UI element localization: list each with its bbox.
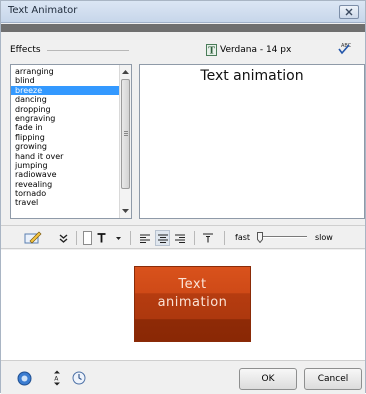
scroll-grip — [124, 131, 128, 132]
text-style-button[interactable] — [95, 230, 107, 246]
effect-item[interactable]: dropping — [11, 105, 119, 114]
effect-item[interactable]: growing — [11, 142, 119, 151]
title-bar: Text Animator — [1, 1, 365, 23]
speed-fast-label: fast — [235, 233, 251, 242]
effect-item[interactable]: engraving — [11, 114, 119, 123]
timer-button[interactable] — [70, 369, 88, 387]
align-top-icon — [203, 233, 213, 243]
svg-text:A: A — [54, 376, 59, 383]
header-band — [1, 24, 365, 32]
font-selector[interactable]: T Verdana - 14 px — [206, 43, 291, 57]
ok-button[interactable]: OK — [239, 368, 297, 390]
effect-item[interactable]: fade in — [11, 123, 119, 132]
effect-item[interactable]: radiowave — [11, 170, 119, 179]
animation-text-input[interactable]: Text animation — [139, 64, 365, 219]
slider-thumb-icon — [257, 232, 264, 244]
scroll-thumb[interactable] — [121, 79, 130, 189]
vertical-align-top-button[interactable] — [201, 230, 215, 246]
preview-line-1: Text — [178, 277, 207, 292]
effects-items: arranging blind breeze dancing dropping engra… — [11, 67, 119, 208]
text-animator-window: Text Animator Effects T Verdana - 14 px … — [0, 0, 366, 394]
animation-preview-text: Text animation — [135, 276, 250, 312]
align-right-button[interactable] — [173, 230, 187, 246]
toolbar-separator — [76, 231, 77, 245]
font-icon: T — [206, 44, 217, 56]
effect-item[interactable]: blind — [11, 76, 119, 85]
formatting-toolbar: fast slow — [1, 225, 365, 249]
align-left-button[interactable] — [138, 230, 152, 246]
text-style-dropdown[interactable] — [113, 230, 123, 246]
double-chevron-down-icon — [59, 233, 67, 243]
effects-divider — [47, 50, 129, 51]
scroll-down-icon — [122, 209, 129, 213]
preview-line-2: animation — [157, 295, 228, 310]
animation-preview-box: Text animation — [134, 266, 251, 342]
scroll-up-icon — [122, 70, 129, 74]
speed-slow-label: slow — [315, 233, 333, 242]
font-label: Verdana - 14 px — [220, 45, 292, 55]
align-right-icon — [175, 234, 185, 243]
effect-item[interactable]: breeze — [11, 85, 119, 96]
edit-button[interactable] — [23, 230, 43, 246]
text-t-icon — [97, 233, 105, 243]
dropdown-arrow-icon — [115, 236, 121, 240]
scroll-up-button[interactable] — [120, 66, 131, 78]
effect-item[interactable]: revealing — [11, 180, 119, 189]
speed-slider-track[interactable] — [257, 236, 307, 238]
help-icon — [17, 371, 31, 385]
clock-icon — [72, 371, 86, 385]
speed-slider-thumb[interactable] — [257, 232, 264, 244]
dialog-button-bar: A OK Cancel — [1, 360, 365, 394]
toolbar-separator — [130, 231, 131, 245]
align-left-icon — [140, 234, 150, 243]
vertical-arrows-icon: A — [54, 370, 60, 386]
effects-scrollbar[interactable] — [119, 65, 131, 218]
effect-item[interactable]: dancing — [11, 95, 119, 104]
effects-list[interactable]: arranging blind breeze dancing dropping engra… — [10, 64, 132, 219]
effect-item[interactable]: tornado — [11, 189, 119, 198]
effects-label: Effects — [10, 45, 41, 55]
window-title: Text Animator — [8, 5, 78, 16]
spellcheck-icon: ABC — [338, 43, 352, 55]
close-icon — [345, 8, 353, 16]
spellcheck-button[interactable]: ABC — [337, 41, 352, 58]
help-button[interactable] — [15, 369, 33, 387]
animation-text-value[interactable]: Text animation — [140, 68, 364, 84]
vertical-position-button[interactable]: A — [50, 369, 64, 387]
align-center-icon — [157, 234, 168, 243]
effect-item[interactable]: jumping — [11, 161, 119, 170]
text-color-swatch[interactable] — [83, 231, 92, 245]
scroll-down-button[interactable] — [120, 205, 131, 217]
align-center-button[interactable] — [155, 230, 170, 246]
animation-preview-area: Text animation — [1, 250, 365, 360]
effect-item[interactable]: travel — [11, 198, 119, 207]
toolbar-separator — [224, 231, 225, 245]
svg-text:T: T — [208, 47, 215, 57]
effect-item[interactable]: arranging — [11, 67, 119, 76]
collapse-button[interactable] — [56, 230, 70, 246]
cancel-button[interactable]: Cancel — [304, 368, 362, 390]
pencil-icon — [24, 231, 42, 244]
toolbar-separator — [194, 231, 195, 245]
effect-item[interactable]: flipping — [11, 133, 119, 142]
close-button[interactable] — [339, 5, 359, 19]
effect-item[interactable]: hand it over — [11, 152, 119, 161]
